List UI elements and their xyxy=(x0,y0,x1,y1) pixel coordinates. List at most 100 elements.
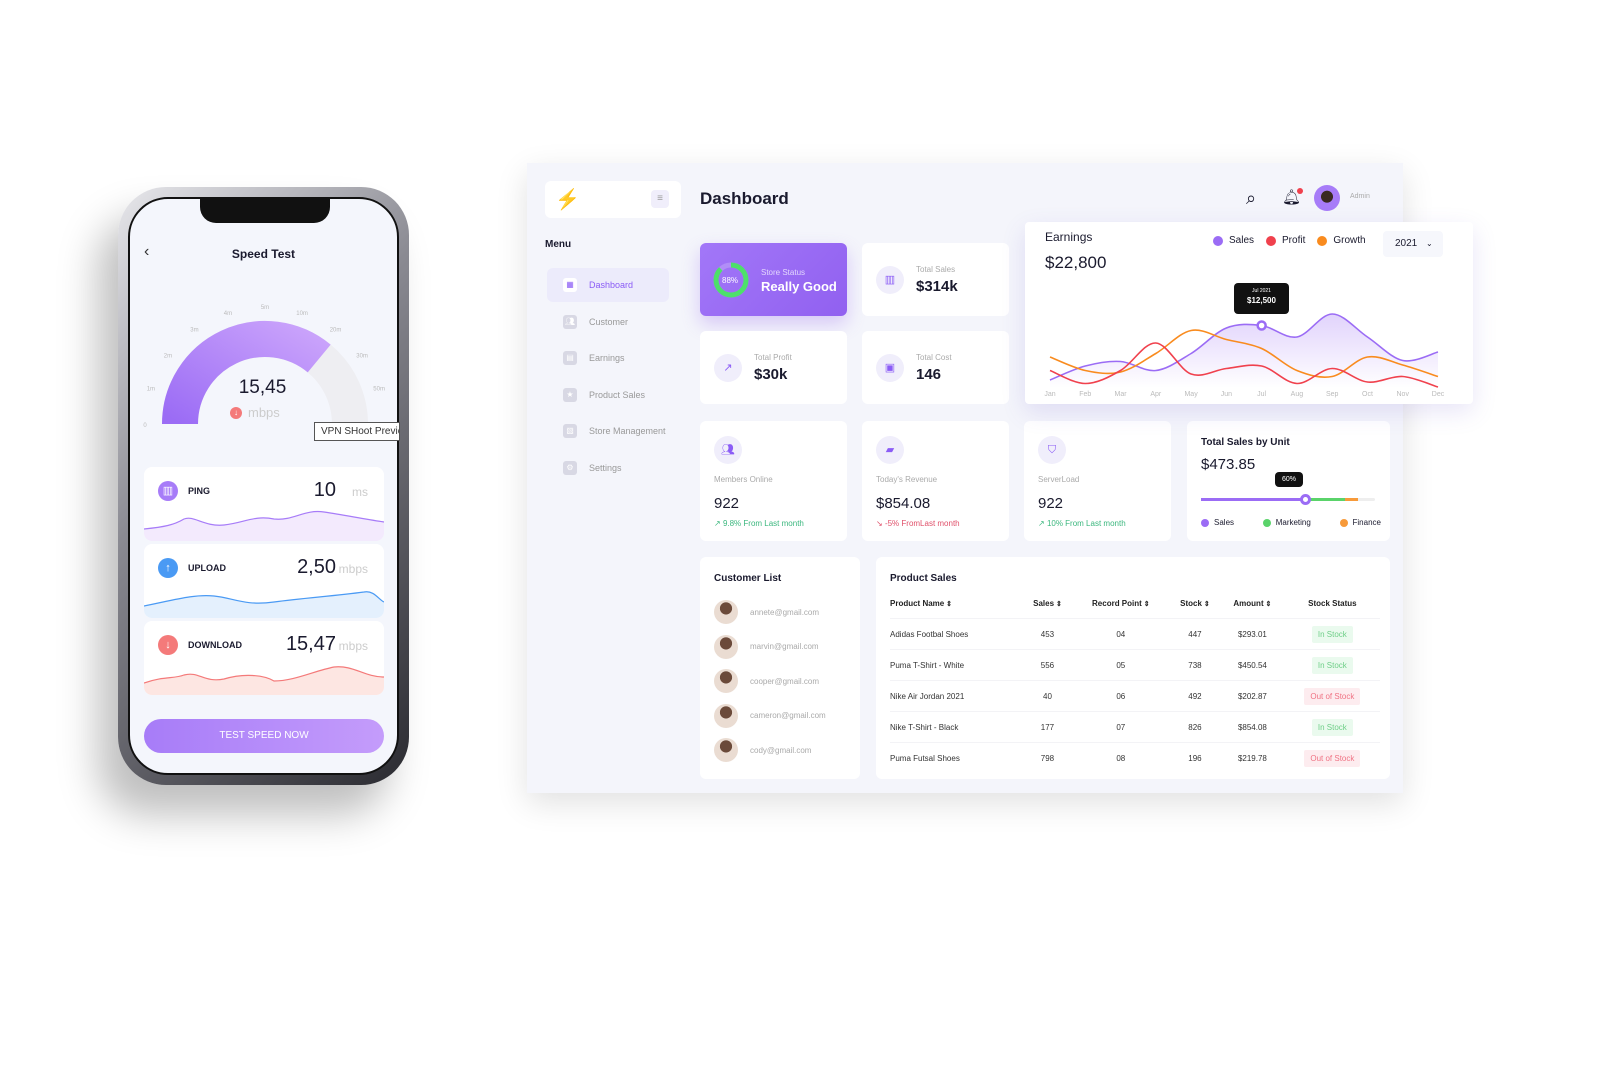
sidebar-item-earnings[interactable]: ▤ Earnings xyxy=(547,341,669,375)
table-cell: 196 xyxy=(1169,742,1221,774)
x-tick-label: Aug xyxy=(1291,391,1304,398)
kpi-card-1: ▰ Today's Revenue $854.08 ↘ -5% FromLast mo… xyxy=(862,421,1009,541)
table-cell: In Stock xyxy=(1284,618,1380,650)
table-row: Nike T-Shirt - Black 177 07 826 $854.08 In St… xyxy=(890,711,1380,743)
earnings-card: Earnings $22,800 Sales Profit Growth 2021 … xyxy=(1025,222,1473,404)
gauge-tick-label: 30m xyxy=(356,354,368,360)
customer-list-item[interactable]: cooper@gmail.com xyxy=(714,664,854,699)
customer-list-title: Customer List xyxy=(714,573,782,584)
metric-sparkline xyxy=(144,591,384,618)
sales-by-unit-card: Total Sales by Unit $473.85 60% Sales Mar… xyxy=(1187,421,1390,541)
table-cell: 556 xyxy=(1023,649,1072,681)
stat-card-total-profit: ↗ Total Profit $30k xyxy=(700,331,847,404)
bell-icon[interactable]: 🔔︎ xyxy=(1282,188,1304,206)
sidebar-item-store-management[interactable]: ▧ Store Management xyxy=(547,414,669,448)
customer-list-item[interactable]: annete@gmail.com xyxy=(714,595,854,630)
customer-list-item[interactable]: marvin@gmail.com xyxy=(714,630,854,665)
sort-icon[interactable]: ⇕ xyxy=(1142,601,1150,608)
test-speed-button[interactable]: TEST SPEED NOW xyxy=(144,719,384,753)
stat-label: Total Cost xyxy=(916,353,952,362)
sidebar-item-label: Dashboard xyxy=(589,280,634,290)
customer-list-item[interactable]: cody@gmail.com xyxy=(714,733,854,768)
stat-label: Total Sales xyxy=(916,265,956,274)
column-header[interactable]: Amount ⇕ xyxy=(1220,599,1285,619)
bar-segment-sales xyxy=(1201,498,1306,501)
stat-label: Total Profit xyxy=(754,353,792,362)
phone-mockup: ‹ Speed Test 01m2m3m4m5m10m20m30m50m80m … xyxy=(118,187,409,785)
tooltip-value: $12,500 xyxy=(1247,296,1276,305)
status-badge: Out of Stock xyxy=(1304,687,1361,705)
stat-icon: ▣ xyxy=(876,354,904,382)
menu-heading: Menu xyxy=(545,239,572,250)
kpi-value: $854.08 xyxy=(876,495,931,512)
store-status-card: 88% Store Status Really Good xyxy=(700,243,847,316)
product-sales-title: Product Sales xyxy=(890,573,957,584)
column-header[interactable]: Stock Status xyxy=(1285,599,1380,619)
menu-toggle-icon[interactable]: ≡ xyxy=(651,190,669,208)
table-cell: Out of Stock xyxy=(1284,742,1380,774)
customer-list-card: Customer List annete@gmail.com marvin@gma… xyxy=(700,557,860,779)
kpi-value: 922 xyxy=(714,495,740,512)
table-cell: $854.08 xyxy=(1220,711,1285,743)
store-status-value: Really Good xyxy=(761,279,837,294)
legend-item: Marketing xyxy=(1262,518,1311,527)
customer-email: annete@gmail.com xyxy=(750,607,820,617)
customer-avatar xyxy=(714,703,738,728)
stat-value: $314k xyxy=(916,278,958,295)
sort-icon[interactable]: ⇕ xyxy=(1054,601,1062,608)
sidebar-item-settings[interactable]: ⚙ Settings xyxy=(547,451,669,485)
column-header[interactable]: Record Point ⇕ xyxy=(1072,599,1170,619)
table-cell: 826 xyxy=(1169,711,1221,743)
x-tick-label: Jul xyxy=(1257,391,1266,398)
column-header[interactable]: Sales ⇕ xyxy=(1023,599,1072,619)
sort-icon[interactable]: ⇕ xyxy=(1202,601,1210,608)
search-icon[interactable]: ⌕ xyxy=(1246,188,1256,209)
table-cell: 06 xyxy=(1071,680,1170,712)
stat-card-total-sales: ▥ Total Sales $314k xyxy=(862,243,1009,316)
phone-notch xyxy=(200,199,330,223)
table-cell: 492 xyxy=(1169,680,1221,712)
x-tick-label: May xyxy=(1184,391,1198,398)
table-cell: Adidas Footbal Shoes xyxy=(890,618,1024,650)
column-label: Stock Status xyxy=(1308,599,1357,608)
sales-unit-bar[interactable] xyxy=(1201,498,1375,501)
avatar[interactable] xyxy=(1314,185,1340,211)
lightning-logo-icon: ⚡ xyxy=(555,189,580,211)
kpi-icon: ▰ xyxy=(876,436,904,464)
customer-email: marvin@gmail.com xyxy=(750,642,819,652)
gauge-tick-label: 2m xyxy=(164,354,172,360)
gauge-tick-label: 5m xyxy=(261,305,269,311)
x-tick-label: Apr xyxy=(1150,391,1162,398)
sidebar-item-customer[interactable]: 👥︎ Customer xyxy=(547,305,669,339)
sidebar-item-dashboard[interactable]: ▦ Dashboard xyxy=(547,268,669,302)
gauge-tick-label: 3m xyxy=(190,328,198,334)
logo-bar: ⚡ ≡ xyxy=(545,181,681,218)
gauge-unit-row: ↓ mbps xyxy=(230,405,280,420)
highlight-point[interactable] xyxy=(1256,320,1267,331)
gear-icon: ⚙ xyxy=(563,461,577,475)
customer-avatar xyxy=(714,669,738,694)
table-cell: 738 xyxy=(1169,649,1221,681)
download-icon: ↓ xyxy=(230,406,242,419)
customer-list-item[interactable]: cameron@gmail.com xyxy=(714,699,854,734)
table-cell: 798 xyxy=(1023,742,1072,774)
metric-sparkline xyxy=(144,510,384,541)
table-cell: Nike T-Shirt - Black xyxy=(890,711,1024,743)
speed-test-title: Speed Test xyxy=(231,247,296,261)
slider-handle[interactable] xyxy=(1300,494,1312,505)
trend-up-icon: ↗ xyxy=(714,519,723,528)
table-cell: 08 xyxy=(1071,742,1170,774)
table-cell: 07 xyxy=(1071,711,1170,743)
status-badge: Out of Stock xyxy=(1304,749,1361,767)
metric-card-ping: ▥ PING 10 ms xyxy=(144,467,384,541)
table-cell: 40 xyxy=(1023,680,1072,712)
metric-sparkline xyxy=(144,666,384,695)
sort-icon[interactable]: ⇕ xyxy=(944,601,952,608)
sort-icon[interactable]: ⇕ xyxy=(1264,601,1272,608)
sidebar-item-product-sales[interactable]: ★ Product Sales xyxy=(547,378,669,412)
column-header[interactable]: Product Name ⇕ xyxy=(890,599,1023,619)
x-tick-label: Oct xyxy=(1362,391,1373,398)
x-tick-label: Jun xyxy=(1221,391,1232,398)
column-label: Stock xyxy=(1180,599,1202,608)
column-header[interactable]: Stock ⇕ xyxy=(1170,599,1220,619)
